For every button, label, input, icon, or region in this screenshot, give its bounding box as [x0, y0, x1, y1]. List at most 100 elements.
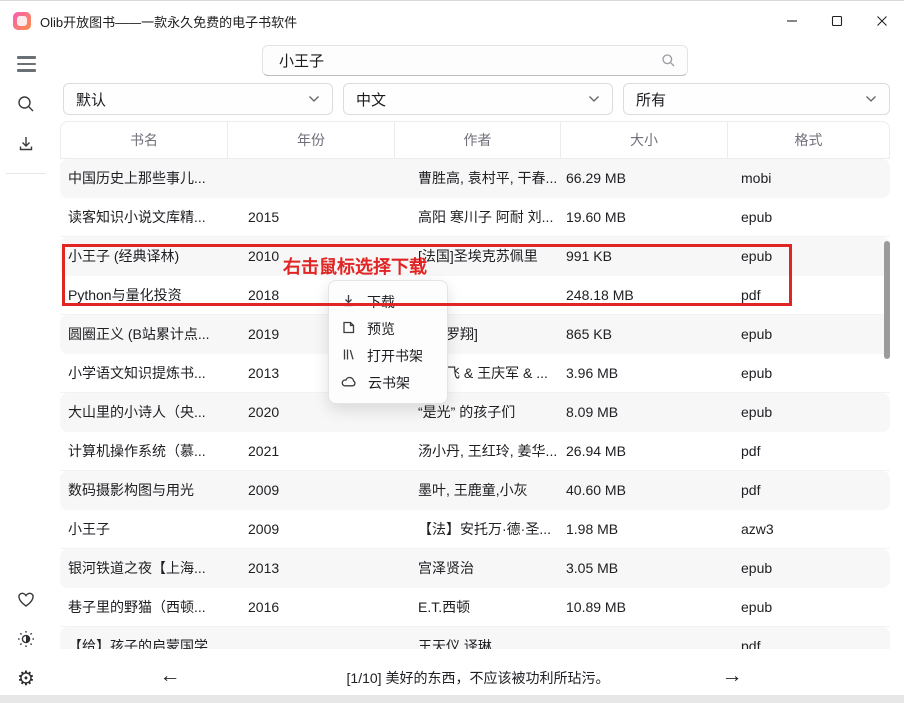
- cell-size: 26.94 MB: [560, 443, 727, 459]
- app-logo-icon: [13, 12, 31, 30]
- language-dropdown[interactable]: 中文: [343, 83, 613, 115]
- cell-author: 汤小丹, 王红玲, 姜华...: [394, 441, 560, 461]
- search-icon: [16, 94, 36, 114]
- sidebar-divider: [6, 173, 46, 174]
- cell-size: 8.09 MB: [560, 404, 727, 420]
- cell-format: mobi: [727, 170, 890, 186]
- preview-page-icon: [341, 320, 356, 338]
- table-row[interactable]: 小王子2009【法】安托万·德·圣...1.98 MBazw3: [60, 510, 890, 549]
- cell-size: 3.05 MB: [560, 560, 727, 576]
- table-row[interactable]: 银河铁道之夜【上海...2013宫泽贤治3.05 MBepub: [60, 549, 890, 588]
- cell-author: 【法】安托万·德·圣...: [394, 519, 560, 539]
- cell-format: epub: [727, 599, 890, 615]
- cell-author: E.T.西顿: [394, 597, 560, 617]
- cell-year: 2010: [227, 248, 394, 264]
- favorites-button[interactable]: [8, 582, 44, 616]
- context-menu-item-download[interactable]: 下载: [329, 288, 447, 315]
- context-menu-item-preview-page[interactable]: 预览: [329, 315, 447, 342]
- search-icon: [661, 53, 676, 73]
- cell-size: 40.60 MB: [560, 482, 727, 498]
- context-menu-item-cloud[interactable]: 云书架: [329, 369, 447, 396]
- table-row[interactable]: Python与量化投资2018248.18 MBpdf: [60, 276, 890, 315]
- table-row[interactable]: 小学语文知识提炼书...2013 飞 & 王庆军 & ...3.96 MBepu…: [60, 354, 890, 393]
- chevron-down-icon: [308, 95, 320, 103]
- cell-format: epub: [727, 365, 890, 381]
- cell-year: 2016: [227, 599, 394, 615]
- cell-author: 曹胜高, 袁村平, 干春...: [394, 168, 560, 188]
- cell-name: 读客知识小说文库精...: [60, 207, 227, 227]
- cell-format: pdf: [727, 482, 890, 498]
- settings-gear-icon: ⚙: [17, 669, 35, 689]
- window-controls: [769, 1, 904, 41]
- cell-size: 10.89 MB: [560, 599, 727, 615]
- cell-name: 计算机操作系统（慕...: [60, 441, 227, 461]
- cell-size: 3.96 MB: [560, 365, 727, 381]
- menu-button[interactable]: [8, 47, 44, 81]
- context-menu-item-bookshelf[interactable]: 打开书架: [329, 342, 447, 369]
- column-header-year: 年份: [228, 122, 395, 158]
- app-window: Olib开放图书——一款永久免费的电子书软件: [0, 0, 904, 703]
- cell-name: 【给】孩子的启蒙国学: [60, 636, 227, 649]
- sort-dropdown[interactable]: 默认: [63, 83, 333, 115]
- context-menu-item-label: 下载: [367, 292, 395, 312]
- cell-name: 大山里的小诗人（央...: [60, 402, 227, 422]
- table-row[interactable]: 小王子 (经典译林)2010[法国]圣埃克苏佩里991 KBepub: [60, 237, 890, 276]
- table-row[interactable]: 【给】孩子的启蒙国学 王天仪 译琳 pdf: [60, 627, 890, 649]
- cell-size: 19.60 MB: [560, 209, 727, 225]
- table-row[interactable]: 巷子里的野猫（西顿...2016E.T.西顿10.89 MBepub: [60, 588, 890, 627]
- cell-author: 墨叶, 王鹿童,小灰: [394, 480, 560, 500]
- cell-year: 2009: [227, 482, 394, 498]
- settings-button[interactable]: ⚙: [8, 662, 44, 696]
- table-row[interactable]: 读客知识小说文库精...2015高阳 寒川子 阿耐 刘...19.60 MBep…: [60, 198, 890, 237]
- close-button[interactable]: [859, 1, 904, 41]
- sort-dropdown-value: 默认: [76, 89, 106, 110]
- next-page-button[interactable]: →: [714, 660, 750, 692]
- cell-name: 中国历史上那些事儿...: [60, 168, 227, 188]
- language-dropdown-value: 中文: [356, 89, 386, 110]
- chevron-down-icon: [865, 95, 877, 103]
- format-dropdown-value: 所有: [636, 89, 666, 110]
- heart-icon: [15, 589, 37, 609]
- cell-name: Python与量化投资: [60, 285, 227, 305]
- download-icon: [16, 134, 36, 154]
- table-body: 中国历史上那些事儿... 曹胜高, 袁村平, 干春...66.29 MBmobi 读…: [60, 159, 890, 649]
- theme-toggle-button[interactable]: [8, 622, 44, 656]
- cell-size: 865 KB: [560, 326, 727, 342]
- downloads-nav-button[interactable]: [8, 127, 44, 161]
- table-row[interactable]: 大山里的小诗人（央...2020“是光” 的孩子们8.09 MBepub: [60, 393, 890, 432]
- table-row[interactable]: 计算机操作系统（慕...2021汤小丹, 王红玲, 姜华...26.94 MBp…: [60, 432, 890, 471]
- cell-name: 数码摄影构图与用光: [60, 480, 227, 500]
- search-input[interactable]: [262, 45, 688, 76]
- cell-name: 小学语文知识提炼书...: [60, 363, 227, 383]
- bookshelf-icon: [341, 347, 356, 365]
- maximize-button[interactable]: [814, 1, 859, 41]
- context-menu-item-label: 预览: [367, 319, 395, 339]
- cell-format: epub: [727, 209, 890, 225]
- download-icon: [341, 293, 356, 311]
- context-menu-item-label: 打开书架: [367, 346, 423, 366]
- table-row[interactable]: 圆圈正义 (B站累计点...2019 罗翔]865 KBepub: [60, 315, 890, 354]
- minimize-button[interactable]: [769, 1, 814, 41]
- column-header-name: 书名: [61, 122, 228, 158]
- chevron-down-icon: [588, 95, 600, 103]
- cell-year: 2021: [227, 443, 394, 459]
- cloud-icon: [341, 375, 357, 391]
- maximize-icon: [831, 15, 843, 27]
- table-row[interactable]: 数码摄影构图与用光2009墨叶, 王鹿童,小灰40.60 MBpdf: [60, 471, 890, 510]
- table-row[interactable]: 中国历史上那些事儿... 曹胜高, 袁村平, 干春...66.29 MBmobi: [60, 159, 890, 198]
- hamburger-icon: [17, 56, 36, 71]
- cell-size: 248.18 MB: [560, 287, 727, 303]
- minimize-icon: [786, 15, 798, 27]
- column-header-author: 作者: [395, 122, 561, 158]
- cell-name: 巷子里的野猫（西顿...: [60, 597, 227, 617]
- cell-author: 王天仪 译琳: [394, 636, 560, 649]
- cell-format: pdf: [727, 638, 890, 649]
- cell-size: 66.29 MB: [560, 170, 727, 186]
- cell-author: 高阳 寒川子 阿耐 刘...: [394, 207, 560, 227]
- window-title: Olib开放图书——一款永久免费的电子书软件: [40, 12, 297, 31]
- page-indicator-quote: [1/10] 美好的东西，不应该被功利所玷污。: [52, 668, 904, 688]
- search-nav-button[interactable]: [8, 87, 44, 121]
- format-dropdown[interactable]: 所有: [623, 83, 890, 115]
- cell-year: 2015: [227, 209, 394, 225]
- vertical-scrollbar-thumb[interactable]: [884, 241, 890, 359]
